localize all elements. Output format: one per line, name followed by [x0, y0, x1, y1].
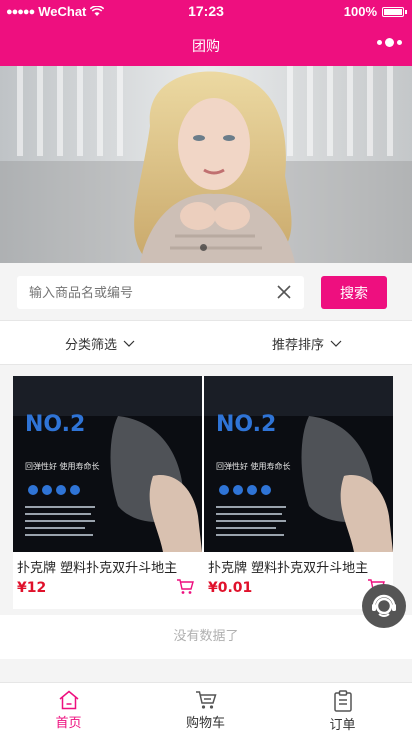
order-icon — [333, 690, 352, 712]
product-grid: NO.2 回弹性好 使用寿命长 扑克牌 塑料扑克双升斗地主 ¥12 NO.2 回… — [13, 376, 393, 609]
list-end-text: 没有数据了 — [0, 615, 412, 659]
product-price: ¥12 — [17, 580, 47, 596]
product-card[interactable]: NO.2 回弹性好 使用寿命长 扑克牌 塑料扑克双升斗地主 ¥0.01 — [204, 376, 393, 609]
banner-photo — [0, 66, 412, 263]
status-bar: ●●●●● WeChat 17:23 100% — [0, 0, 412, 24]
cart-icon — [195, 691, 217, 709]
chevron-down-icon — [123, 340, 135, 347]
tab-cart-label: 购物车 — [185, 716, 225, 731]
tab-orders[interactable]: 订单 — [274, 683, 411, 738]
chevron-down-icon — [330, 340, 342, 347]
tab-bar: 首页 购物车 订单 — [0, 682, 412, 738]
battery-percent: 100% — [343, 4, 377, 19]
page-title: 团购 — [192, 39, 220, 55]
search-button[interactable]: 搜索 — [321, 276, 387, 309]
sort-filter-label: 推荐排序 — [272, 338, 325, 353]
more-menu-button[interactable] — [377, 38, 402, 47]
tab-home[interactable]: 首页 — [0, 683, 137, 738]
product-card[interactable]: NO.2 回弹性好 使用寿命长 扑克牌 塑料扑克双升斗地主 ¥12 — [13, 376, 202, 609]
product-image-subtext: 回弹性好 使用寿命长 — [25, 461, 100, 471]
add-to-cart-icon[interactable] — [176, 579, 194, 595]
product-image[interactable]: NO.2 回弹性好 使用寿命长 — [204, 376, 393, 552]
banner-image[interactable] — [0, 66, 412, 263]
search-input[interactable] — [29, 283, 269, 303]
home-icon — [59, 690, 78, 710]
product-image-text: NO.2 — [216, 412, 276, 437]
product-title[interactable]: 扑克牌 塑料扑克双升斗地主 — [208, 557, 388, 576]
product-photo: NO.2 回弹性好 使用寿命长 — [204, 376, 393, 552]
product-photo: NO.2 回弹性好 使用寿命长 — [13, 376, 202, 552]
status-right: 100% — [343, 4, 407, 19]
tab-home-label: 首页 — [55, 716, 82, 731]
product-image-subtext: 回弹性好 使用寿命长 — [216, 461, 291, 471]
category-filter-label: 分类筛选 — [65, 338, 118, 353]
customer-service-button[interactable] — [362, 584, 406, 628]
banner-indicator[interactable] — [200, 244, 207, 251]
battery-icon — [382, 6, 407, 17]
nav-bar: 团购 — [0, 24, 412, 66]
more-dot-icon — [385, 38, 394, 47]
product-price: ¥0.01 — [208, 580, 253, 596]
sort-filter[interactable]: 推荐排序 — [272, 334, 342, 353]
category-filter[interactable]: 分类筛选 — [65, 334, 135, 353]
filter-row: 分类筛选 推荐排序 — [0, 320, 412, 365]
headset-icon — [372, 594, 396, 617]
product-image-text: NO.2 — [25, 412, 85, 437]
tab-cart[interactable]: 购物车 — [137, 683, 274, 738]
more-dot-icon — [377, 40, 382, 45]
product-image[interactable]: NO.2 回弹性好 使用寿命长 — [13, 376, 202, 552]
search-row: 搜索 — [0, 263, 412, 320]
more-dot-icon — [397, 40, 402, 45]
clear-icon[interactable] — [276, 284, 292, 300]
product-title[interactable]: 扑克牌 塑料扑克双升斗地主 — [17, 557, 197, 576]
tab-orders-label: 订单 — [329, 718, 356, 733]
search-box — [17, 276, 304, 309]
